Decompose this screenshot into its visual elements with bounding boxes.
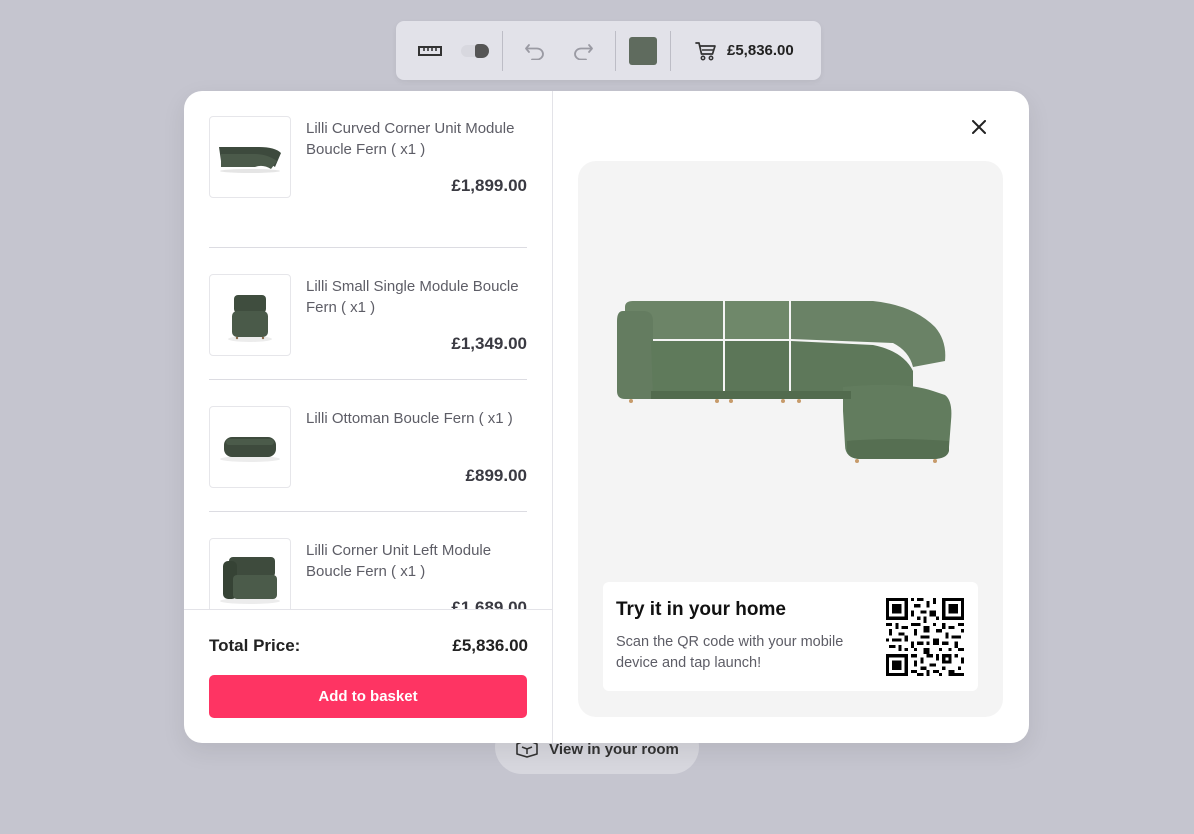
single-module-thumbnail	[209, 274, 291, 356]
summary-modal: Lilli Curved Corner Unit Module Boucle F…	[184, 91, 1029, 743]
curved-corner-thumbnail	[209, 116, 291, 198]
sofa-3d-render[interactable]	[613, 291, 953, 471]
ar-card-description: Scan the QR code with your mobile device…	[616, 634, 844, 671]
ar-card-title: Try it in your home	[616, 599, 786, 620]
toggle-knob	[475, 43, 489, 58]
toolbar-divider	[502, 30, 503, 71]
list-item: Lilli Small Single Module Boucle Fern ( …	[209, 248, 527, 380]
item-name: Lilli Small Single Module Boucle Fern ( …	[306, 278, 519, 316]
item-list: Lilli Curved Corner Unit Module Boucle F…	[209, 116, 527, 609]
ottoman-thumbnail	[209, 406, 291, 488]
cart-icon	[695, 41, 716, 60]
toggle-track	[461, 43, 489, 58]
item-price: £1,899.00	[451, 176, 527, 195]
item-name: Lilli Curved Corner Unit Module Boucle F…	[306, 120, 515, 158]
modal-footer: Total Price: £5,836.00 Add to basket	[184, 609, 553, 743]
undo-button[interactable]	[511, 31, 559, 71]
single-module-image	[228, 295, 272, 342]
cart-total: £5,836.00	[727, 42, 794, 59]
item-name: Lilli Corner Unit Left Module Boucle Fer…	[306, 542, 492, 580]
item-price: £1,349.00	[451, 334, 527, 353]
total-price-label: Total Price:	[209, 636, 301, 655]
view-in-room-label: View in your room	[549, 741, 679, 758]
redo-icon	[574, 43, 593, 60]
item-list-panel: Lilli Curved Corner Unit Module Boucle F…	[184, 91, 553, 743]
dimensions-toggle[interactable]	[456, 31, 492, 71]
total-price-value: £5,836.00	[452, 636, 528, 655]
fabric-swatch	[629, 36, 657, 65]
redo-button[interactable]	[559, 31, 607, 71]
corner-left-image	[220, 557, 280, 604]
fabric-swatch-button[interactable]	[616, 31, 670, 71]
ottoman-image	[220, 437, 280, 462]
curved-corner-image	[219, 147, 281, 173]
close-icon	[972, 120, 986, 134]
ruler-button[interactable]	[404, 31, 456, 71]
list-item: Lilli Curved Corner Unit Module Boucle F…	[209, 116, 527, 248]
list-item: Lilli Ottoman Boucle Fern ( x1 ) £899.00	[209, 380, 527, 512]
add-to-basket-button[interactable]: Add to basket	[209, 675, 527, 718]
cart-button[interactable]: £5,836.00	[671, 31, 810, 71]
item-name: Lilli Ottoman Boucle Fern ( x1 )	[306, 410, 513, 427]
product-preview: Try it in your home Scan the QR code wit…	[578, 161, 1003, 717]
corner-left-thumbnail	[209, 538, 291, 609]
qr-code[interactable]	[886, 598, 964, 676]
configurator-toolbar: £5,836.00	[396, 21, 821, 80]
ruler-icon	[418, 45, 442, 56]
close-button[interactable]	[968, 116, 990, 138]
item-price: £899.00	[465, 466, 527, 485]
list-item: Lilli Corner Unit Left Module Boucle Fer…	[209, 512, 527, 609]
try-at-home-card: Try it in your home Scan the QR code wit…	[603, 582, 978, 691]
undo-icon	[525, 43, 544, 60]
item-price: £1,689.00	[451, 598, 527, 609]
